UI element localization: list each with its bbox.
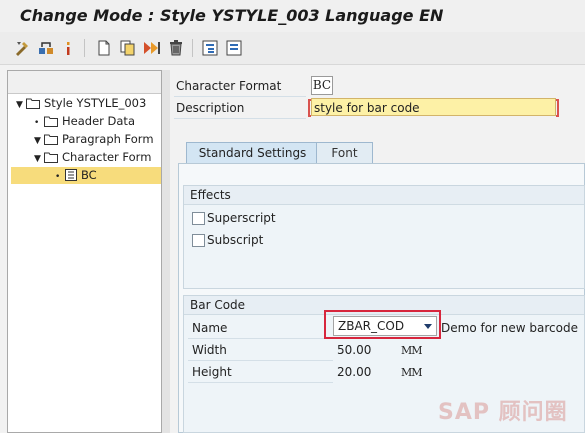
application-toolbar: [0, 32, 585, 65]
folder-icon: [44, 116, 58, 127]
tab-standard-settings[interactable]: Standard Settings: [186, 142, 319, 164]
tree-node-label: Style YSTYLE_003: [44, 96, 147, 110]
tree-node-style[interactable]: ▼ Style YSTYLE_003: [16, 95, 146, 112]
activate-icon[interactable]: [142, 38, 162, 58]
display-change-icon[interactable]: [12, 38, 32, 58]
tree-header: [8, 71, 161, 94]
tree-node-character-formats[interactable]: ▼ Character Form: [34, 149, 151, 166]
description-field[interactable]: style for bar code: [308, 98, 559, 117]
folder-open-icon: [26, 98, 40, 109]
subscript-checkbox[interactable]: [192, 234, 205, 247]
copy-icon[interactable]: [118, 38, 138, 58]
barcode-height-label: Height: [192, 365, 232, 379]
effects-group-title: Effects: [184, 186, 584, 205]
create-icon[interactable]: [94, 38, 114, 58]
barcode-width-unit: MM: [401, 344, 423, 357]
superscript-label: Superscript: [207, 211, 276, 225]
tab-strip: Standard Settings Font: [178, 142, 585, 164]
folder-open-icon: [44, 134, 58, 145]
panel-splitter[interactable]: [162, 70, 170, 433]
collapse-arrow-icon[interactable]: ▼: [34, 151, 44, 168]
char-format-label: Character Format: [176, 79, 282, 93]
barcode-name-label: Name: [192, 321, 228, 335]
expand-icon[interactable]: [200, 38, 220, 58]
barcode-name-description: Demo for new barcode: [441, 321, 578, 335]
switch-icon[interactable]: [36, 38, 56, 58]
barcode-height-unit: MM: [401, 366, 423, 379]
leaf-bullet-icon: •: [34, 118, 40, 128]
barcode-width-value[interactable]: 50.00: [337, 343, 371, 357]
collapse-arrow-icon[interactable]: ▼: [16, 97, 26, 114]
title-bar: Change Mode : Style YSTYLE_003 Language …: [0, 0, 585, 32]
collapse-arrow-icon[interactable]: ▼: [34, 133, 44, 150]
character-format-icon: [65, 169, 77, 181]
superscript-checkbox[interactable]: [192, 212, 205, 225]
tree-node-header-data[interactable]: • Header Data: [34, 113, 135, 130]
description-label: Description: [176, 101, 245, 115]
info-icon[interactable]: [58, 38, 78, 58]
tree-node-label: BC: [81, 168, 97, 182]
delete-icon[interactable]: [166, 38, 186, 58]
style-tree-panel: ▼ Style YSTYLE_003 • Header Data ▼ Paragrap…: [7, 70, 162, 433]
tree-node-label: Character Form: [62, 150, 152, 164]
page-title: Change Mode : Style YSTYLE_003 Language …: [20, 6, 444, 25]
barcode-width-label: Width: [192, 343, 227, 357]
tree-node-bc[interactable]: • BC: [11, 167, 161, 184]
highlight-box: [324, 310, 441, 339]
collapse-icon[interactable]: [224, 38, 244, 58]
char-format-field[interactable]: BC: [311, 76, 333, 95]
barcode-height-value[interactable]: 20.00: [337, 365, 371, 379]
tree-node-paragraph-formats[interactable]: ▼ Paragraph Form: [34, 131, 154, 148]
tree-node-label: Paragraph Form: [62, 132, 154, 146]
watermark: SAP 顾问圈: [438, 400, 568, 425]
folder-open-icon: [44, 152, 58, 163]
tab-font[interactable]: Font: [316, 142, 373, 164]
subscript-label: Subscript: [207, 233, 264, 247]
tree-node-label: Header Data: [62, 114, 135, 128]
leaf-bullet-icon: •: [55, 172, 61, 182]
